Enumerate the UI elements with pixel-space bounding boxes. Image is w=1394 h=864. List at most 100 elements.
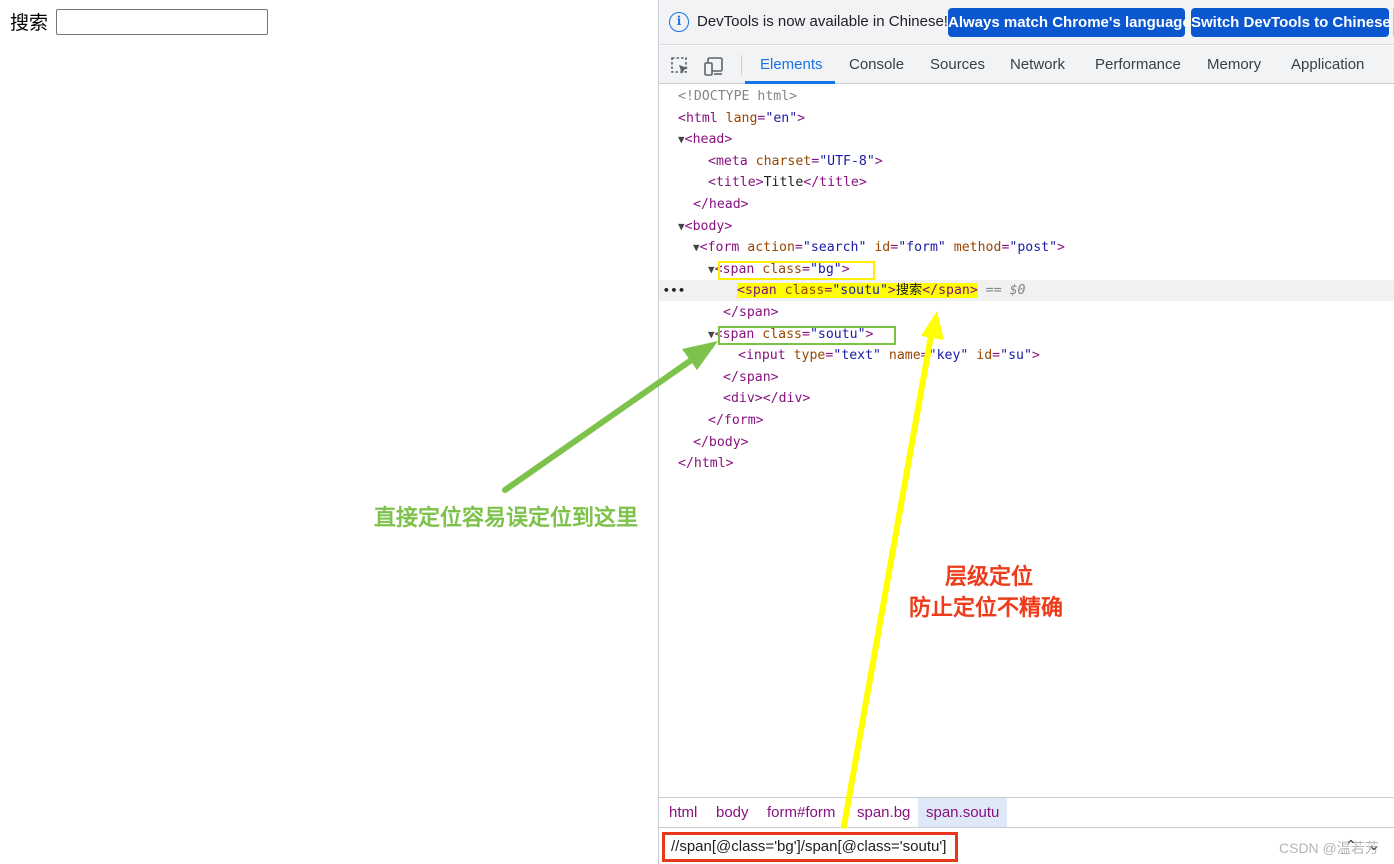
attr-value: "en": [765, 110, 798, 126]
dom-node-head[interactable]: ▼<head>: [659, 129, 1394, 150]
switch-language-button[interactable]: Switch DevTools to Chinese: [1191, 8, 1391, 37]
dom-node-span-close[interactable]: </span>: [659, 302, 1394, 323]
tab-console[interactable]: Console: [849, 46, 904, 84]
tag-name: <head>: [684, 132, 733, 148]
dom-node-body-close[interactable]: </body>: [659, 432, 1394, 453]
tab-memory[interactable]: Memory: [1207, 46, 1261, 84]
breadcrumb-html[interactable]: html: [661, 798, 705, 827]
attr-name: type: [793, 348, 826, 364]
dom-node-doctype[interactable]: <!DOCTYPE html>: [659, 86, 1394, 107]
tag-close: </form>: [708, 413, 764, 428]
yellow-highlight-box: [718, 261, 875, 280]
match-language-button[interactable]: Always match Chrome's language: [948, 8, 1191, 37]
expand-triangle-icon[interactable]: ▼: [708, 328, 715, 341]
green-highlight-box: [718, 326, 896, 345]
tab-elements[interactable]: Elements: [760, 46, 823, 84]
search-bar: //span[@class='bg']/span[@class='soutu']…: [659, 829, 1394, 864]
attr-value: "UTF-8": [819, 153, 875, 169]
tab-sources[interactable]: Sources: [930, 46, 985, 84]
infobar-message: DevTools is now available in Chinese!: [697, 13, 948, 30]
dom-node-head-close[interactable]: </head>: [659, 194, 1394, 215]
attr-name: action: [747, 240, 795, 256]
dom-tree: <!DOCTYPE html> <html lang="en"> ▼<head>…: [659, 86, 1394, 796]
tag-name: <div></div>: [723, 391, 811, 407]
xpath-search-input[interactable]: //span[@class='bg']/span[@class='soutu']: [662, 832, 958, 862]
breadcrumb: html body form#form span.bg span.soutu: [659, 797, 1394, 828]
expand-triangle-icon[interactable]: ▼: [693, 241, 700, 254]
attr-name: name: [888, 348, 921, 364]
attr-name: lang: [725, 110, 758, 126]
search-previous-icon[interactable]: ⌃: [1342, 835, 1360, 857]
breadcrumb-form[interactable]: form#form: [759, 798, 843, 827]
more-options-icon[interactable]: •••: [663, 280, 686, 301]
attr-name: charset: [755, 153, 812, 169]
info-icon: i: [669, 12, 689, 32]
breadcrumb-span-bg[interactable]: span.bg: [849, 798, 918, 827]
tab-divider: [741, 55, 742, 75]
attr-name: class: [784, 283, 825, 299]
attr-name: id: [874, 240, 891, 256]
text-node: 搜索: [895, 283, 923, 299]
dom-node-body[interactable]: ▼<body>: [659, 216, 1394, 237]
tab-network[interactable]: Network: [1010, 46, 1065, 84]
attr-eq: =: [890, 240, 899, 256]
attr-eq: =: [794, 240, 803, 256]
dom-node-span-soutu-selected[interactable]: ••• <span class="soutu">搜索</span> == $0: [659, 280, 1394, 302]
tag-end: >: [1057, 240, 1065, 256]
dom-node-html-close[interactable]: </html>: [659, 453, 1394, 474]
tag-end: >: [1031, 348, 1040, 364]
watermark: CSDN @温若芳: [1279, 840, 1379, 856]
tag-close: </body>: [693, 434, 749, 450]
attr-eq: =: [992, 348, 1001, 364]
tag-name: <form: [699, 240, 740, 256]
attr-name: method: [953, 240, 1002, 256]
tag-name: <span: [737, 283, 777, 299]
tag-name: <input: [738, 348, 786, 364]
attr-value: "su": [1000, 348, 1032, 364]
breadcrumb-span-soutu[interactable]: span.soutu: [918, 798, 1008, 827]
inspect-element-icon[interactable]: [669, 55, 691, 77]
tag-end: >: [874, 153, 883, 169]
attr-value: "post": [1009, 240, 1058, 256]
dom-node-form-close[interactable]: </form>: [659, 410, 1394, 431]
expand-triangle-icon[interactable]: ▼: [678, 133, 685, 146]
language-infobar: i DevTools is now available in Chinese! …: [659, 0, 1394, 45]
dom-node-form[interactable]: ▼<form action="search" id="form" method=…: [659, 237, 1394, 258]
doctype-text: <!DOCTYPE html>: [678, 89, 798, 104]
breadcrumb-body[interactable]: body: [708, 798, 757, 827]
dom-node-meta[interactable]: <meta charset="UTF-8">: [659, 151, 1394, 172]
selected-marker: == $0: [985, 283, 1026, 299]
dom-node-input[interactable]: <input type="text" name="key" id="su">: [659, 345, 1394, 366]
tab-performance[interactable]: Performance: [1095, 46, 1181, 84]
devtools-tabbar: Elements Console Sources Network Perform…: [659, 46, 1394, 84]
search-next-icon[interactable]: ⌄: [1365, 835, 1383, 857]
highlighted-node: <span class="soutu">搜索</span>: [737, 283, 978, 299]
attr-value: "soutu": [832, 283, 888, 299]
dom-node-span-close[interactable]: </span>: [659, 367, 1394, 388]
dom-node-title[interactable]: <title>Title</title>: [659, 172, 1394, 193]
search-label: 搜索: [10, 12, 49, 34]
tag-close: </span>: [922, 283, 978, 299]
expand-triangle-icon[interactable]: ▼: [678, 220, 685, 233]
tag-close: </span>: [723, 369, 779, 385]
attr-value: "key": [928, 348, 969, 364]
search-input[interactable]: [56, 9, 268, 35]
dom-node-div[interactable]: <div></div>: [659, 388, 1394, 409]
tag-end: >: [797, 110, 806, 126]
attr-value: "search": [802, 240, 867, 256]
dom-node-html[interactable]: <html lang="en">: [659, 108, 1394, 129]
devtools-panel: i DevTools is now available in Chinese! …: [658, 0, 1394, 864]
attr-value: "text": [833, 348, 881, 364]
rendered-page: 搜索: [0, 0, 658, 864]
attr-eq: =: [920, 348, 929, 364]
active-tab-indicator: [745, 81, 835, 84]
attr-eq: =: [811, 153, 820, 169]
tag-end: >: [887, 283, 896, 299]
tag-name: <html: [678, 110, 718, 126]
tag-close: </title>: [803, 175, 867, 191]
expand-triangle-icon[interactable]: ▼: [708, 263, 715, 276]
tag-name: <title>: [708, 175, 764, 191]
tab-application[interactable]: Application: [1291, 46, 1364, 84]
tag-close: </head>: [693, 197, 749, 212]
device-toolbar-icon[interactable]: [703, 55, 725, 77]
